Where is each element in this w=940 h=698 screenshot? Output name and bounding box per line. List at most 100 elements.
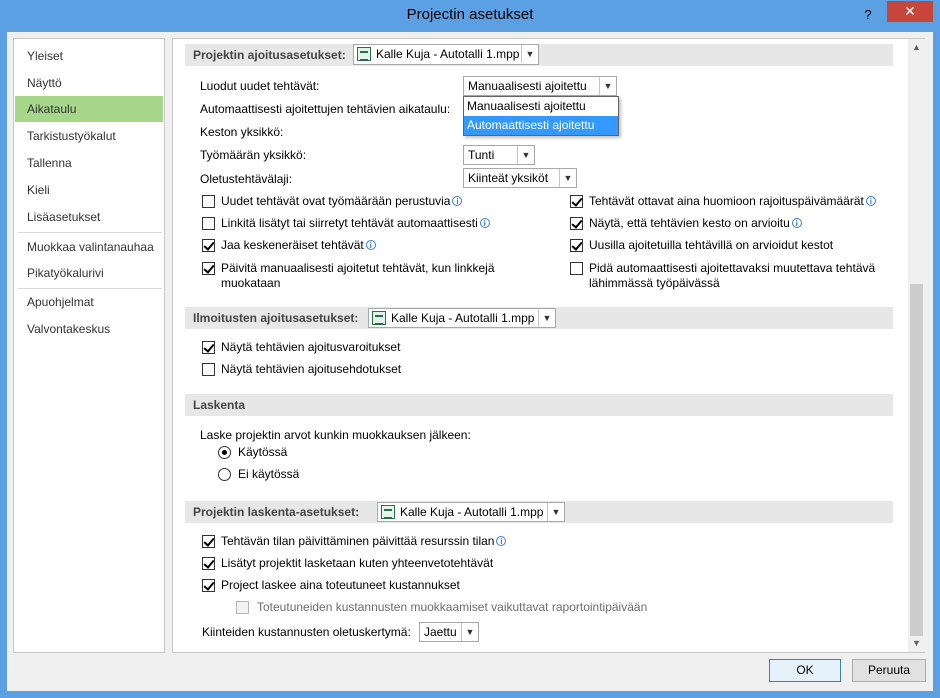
nav-item-apuohjelmat[interactable]: Apuohjelmat bbox=[15, 289, 163, 315]
nav-item-pikatyokalurivi[interactable]: Pikatyökalurivi bbox=[15, 260, 163, 286]
keep-nearest-workday-option: Pidä automaattisesti ajoitettavaksi muut… bbox=[589, 261, 876, 290]
nav-item-tarkistustyokalut[interactable]: Tarkistustyökalut bbox=[15, 123, 163, 149]
help-button[interactable]: ? bbox=[857, 5, 879, 25]
scroll-thumb[interactable] bbox=[910, 284, 923, 636]
project-file-icon bbox=[372, 311, 386, 325]
autolink-checkbox[interactable] bbox=[202, 217, 215, 230]
info-icon[interactable]: i bbox=[365, 240, 376, 250]
section-calc-options: Projektin laskenta-asetukset: Kalle Kuja… bbox=[185, 501, 893, 523]
split-tasks-checkbox[interactable] bbox=[202, 239, 215, 252]
scheduling-suggestions-checkbox[interactable] bbox=[202, 363, 215, 376]
work-unit-select[interactable]: Tunti ▼ bbox=[463, 145, 535, 165]
section-alerts: Ilmoitusten ajoitusasetukset: Kalle Kuja… bbox=[185, 307, 893, 329]
new-tasks-select[interactable]: Manuaalisesti ajoitettu ▼ bbox=[463, 76, 617, 96]
chevron-down-icon: ▼ bbox=[538, 309, 555, 327]
scheduling-project-select[interactable]: Kalle Kuja - Autotalli 1.mpp ▼ bbox=[353, 44, 539, 65]
settings-panel: Projektin ajoitusasetukset: Kalle Kuja -… bbox=[172, 38, 909, 653]
close-button[interactable]: ✕ bbox=[887, 1, 933, 22]
honor-constraints-checkbox[interactable] bbox=[570, 195, 583, 208]
nav-item-kieli[interactable]: Kieli bbox=[15, 177, 163, 203]
keep-nearest-workday-checkbox[interactable] bbox=[570, 262, 583, 275]
section-title: Projektin laskenta-asetukset: bbox=[193, 505, 360, 519]
new-tasks-label: Luodut uudet tehtävät: bbox=[200, 79, 320, 93]
edits-to-actual-costs-option: Toteutuneiden kustannusten muokkaamiset … bbox=[257, 600, 648, 614]
calc-options-project-select[interactable]: Kalle Kuja - Autotalli 1.mpp ▼ bbox=[377, 502, 565, 522]
info-icon[interactable]: i bbox=[479, 218, 490, 228]
calc-on-radio[interactable] bbox=[218, 446, 231, 459]
edits-to-actual-costs-checkbox[interactable] bbox=[236, 601, 249, 614]
task-type-label: Oletustehtävälaji: bbox=[200, 172, 293, 186]
calc-on-label: Käytössä bbox=[238, 445, 288, 459]
update-resource-status-option: Tehtävän tilan päivittäminen päivittää r… bbox=[221, 534, 507, 549]
chevron-down-icon: ▼ bbox=[521, 45, 538, 63]
nav-divider bbox=[18, 232, 162, 233]
effort-driven-checkbox[interactable] bbox=[202, 195, 215, 208]
nav-item-tallenna[interactable]: Tallenna bbox=[15, 150, 163, 176]
options-dialog: Projectin asetukset ? ✕ Yleiset Näyttö A… bbox=[0, 0, 940, 698]
chevron-down-icon: ▼ bbox=[547, 503, 564, 521]
scheduling-warnings-checkbox[interactable] bbox=[202, 341, 215, 354]
nav-item-naytto[interactable]: Näyttö bbox=[15, 70, 163, 96]
honor-constraints-option: Tehtävät ottavat aina huomioon rajoitusp… bbox=[589, 194, 876, 209]
chevron-down-icon: ▼ bbox=[599, 77, 616, 95]
select-value: Kalle Kuja - Autotalli 1.mpp bbox=[391, 311, 535, 325]
section-title: Ilmoitusten ajoitusasetukset: bbox=[193, 311, 359, 325]
calculate-actual-costs-checkbox[interactable] bbox=[202, 579, 215, 592]
dropdown-option-auto[interactable]: Automaattisesti ajoitettu bbox=[464, 116, 618, 135]
calculate-question-label: Laske projektin arvot kunkin muokkauksen… bbox=[200, 428, 471, 442]
duration-unit-label: Keston yksikkö: bbox=[200, 125, 284, 139]
accrual-select[interactable]: Jaettu ▼ bbox=[419, 622, 479, 642]
update-resource-status-checkbox[interactable] bbox=[202, 535, 215, 548]
chevron-down-icon: ▼ bbox=[559, 169, 576, 187]
update-manual-option: Päivitä manuaalisesti ajoitetut tehtävät… bbox=[221, 261, 495, 290]
calc-off-label: Ei käytössä bbox=[238, 467, 300, 481]
ok-button[interactable]: OK bbox=[769, 659, 841, 682]
title-bar[interactable]: Projectin asetukset ? ✕ bbox=[0, 0, 940, 32]
chevron-down-icon: ▼ bbox=[517, 146, 534, 164]
scheduling-warnings-option: Näytä tehtävien ajoitusvaroitukset bbox=[221, 340, 401, 354]
scroll-down-icon[interactable]: ▼ bbox=[908, 635, 925, 652]
nav-item-lisaasetukset[interactable]: Lisäasetukset bbox=[15, 204, 163, 230]
window-title: Projectin asetukset bbox=[406, 6, 534, 23]
effort-driven-option: Uudet tehtävät ovat työmäärään perustuvi… bbox=[221, 194, 463, 209]
select-value: Manuaalisesti ajoitettu bbox=[468, 79, 587, 93]
update-manual-checkbox[interactable] bbox=[202, 262, 215, 275]
scheduling-suggestions-option: Näytä tehtävien ajoitusehdotukset bbox=[221, 362, 402, 376]
chevron-down-icon: ▼ bbox=[461, 623, 478, 641]
dialog-client: Yleiset Näyttö Aikataulu Tarkistustyökal… bbox=[7, 32, 933, 691]
inserted-projects-summary-option: Lisätyt projektit lasketaan kuten yhteen… bbox=[221, 556, 494, 570]
section-scheduling: Projektin ajoitusasetukset: Kalle Kuja -… bbox=[185, 44, 893, 66]
task-type-select[interactable]: Kiinteät yksiköt ▼ bbox=[463, 168, 577, 188]
alerts-project-select[interactable]: Kalle Kuja - Autotalli 1.mpp ▼ bbox=[368, 308, 556, 328]
select-value: Jaettu bbox=[424, 625, 457, 639]
section-title: Laskenta bbox=[193, 398, 246, 412]
select-value: Kalle Kuja - Autotalli 1.mpp bbox=[400, 505, 544, 519]
nav-item-muokkaa-valintanauhaa[interactable]: Muokkaa valintanauhaa bbox=[15, 234, 163, 260]
info-icon[interactable]: i bbox=[452, 196, 463, 206]
section-calculation: Laskenta bbox=[185, 394, 893, 416]
estimated-durations-checkbox[interactable] bbox=[570, 239, 583, 252]
dropdown-option-manual[interactable]: Manuaalisesti ajoitettu bbox=[464, 97, 618, 116]
autolink-option: Linkitä lisätyt tai siirretyt tehtävät a… bbox=[221, 216, 490, 231]
category-nav: Yleiset Näyttö Aikataulu Tarkistustyökal… bbox=[13, 38, 165, 653]
inserted-projects-summary-checkbox[interactable] bbox=[202, 557, 215, 570]
nav-item-valvontakeskus[interactable]: Valvontakeskus bbox=[15, 316, 163, 342]
info-icon[interactable]: i bbox=[791, 218, 802, 228]
calc-off-radio[interactable] bbox=[218, 468, 231, 481]
select-value: Kiinteät yksiköt bbox=[468, 171, 549, 185]
show-estimated-checkbox[interactable] bbox=[570, 217, 583, 230]
project-file-icon bbox=[357, 47, 371, 61]
info-icon[interactable]: i bbox=[865, 196, 876, 206]
select-value: Tunti bbox=[468, 148, 495, 162]
estimated-durations-option: Uusilla ajoitetuilla tehtävillä on arvio… bbox=[589, 238, 834, 252]
nav-item-yleiset[interactable]: Yleiset bbox=[15, 43, 163, 69]
info-icon[interactable]: i bbox=[496, 536, 507, 546]
work-unit-label: Työmäärän yksikkö: bbox=[200, 148, 307, 162]
select-value: Kalle Kuja - Autotalli 1.mpp bbox=[376, 47, 520, 61]
vertical-scrollbar[interactable]: ▲ ▼ bbox=[908, 38, 925, 653]
section-title: Projektin ajoitusasetukset: bbox=[193, 48, 346, 62]
scroll-up-icon[interactable]: ▲ bbox=[908, 39, 925, 56]
nav-item-aikataulu[interactable]: Aikataulu bbox=[15, 96, 163, 122]
cancel-button[interactable]: Peruuta bbox=[852, 659, 926, 682]
calculate-actual-costs-option: Project laskee aina toteutuneet kustannu… bbox=[221, 578, 460, 592]
